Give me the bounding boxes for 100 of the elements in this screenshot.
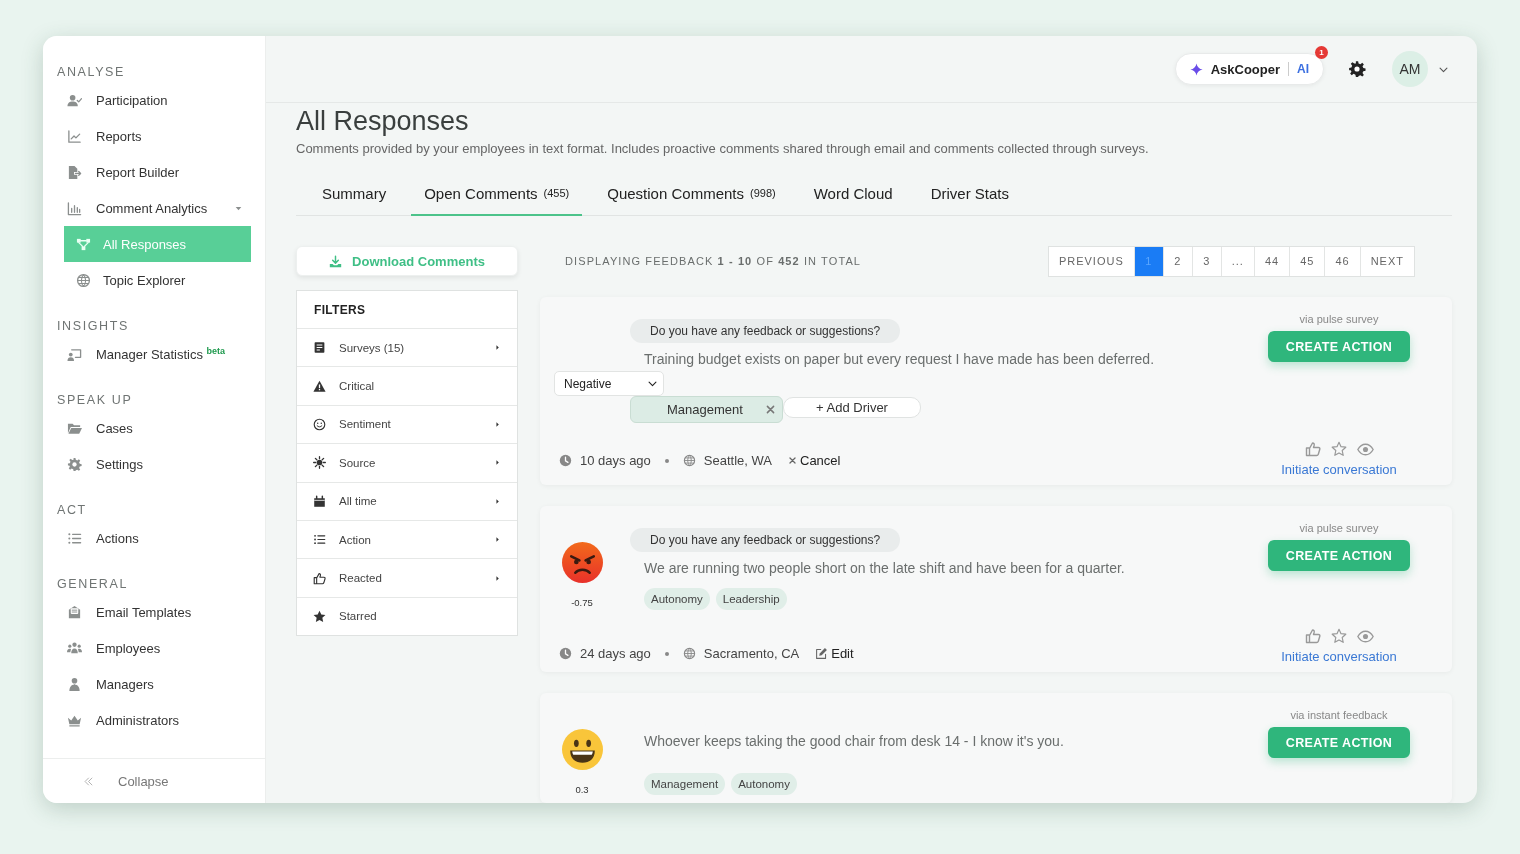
- remove-button[interactable]: [765, 404, 776, 415]
- star-icon: [313, 609, 326, 623]
- caret-right-icon: [494, 574, 501, 582]
- comment-text: Whoever keeps taking the good chair from desk 14 - I know it's you.: [643, 733, 1065, 749]
- nav-item[interactable]: Employees: [57, 630, 251, 666]
- nav-item[interactable]: Manager Statistics $^{beta}$: [57, 336, 251, 372]
- thumbs-up-icon: [1304, 628, 1321, 644]
- driver-tag: Management: [630, 396, 783, 423]
- caret-right-icon: [494, 459, 501, 467]
- caret-right-icon: [494, 420, 501, 428]
- tab[interactable]: Question Comments (998): [594, 172, 789, 216]
- page-description: Comments provided by your employees in text format. Includes proactive comments shared through email and comments collected through surveys.: [296, 141, 1150, 156]
- caret-right-icon: [494, 536, 501, 544]
- warning-icon: [313, 379, 326, 393]
- sitemap-icon: [76, 236, 91, 252]
- driver-tag: Autonomy: [731, 773, 797, 795]
- comment-text: We are running two people short on the late shift and have been for a quarter.: [643, 560, 1126, 576]
- star-button[interactable]: [1330, 628, 1347, 645]
- section-title: ANALYSE: [57, 64, 126, 80]
- star-icon: [1330, 628, 1347, 644]
- filter-item[interactable]: Critical: [297, 366, 517, 405]
- star-icon: [1330, 441, 1347, 457]
- nav-item[interactable]: Report Builder: [57, 154, 251, 190]
- form-icon: [313, 341, 326, 355]
- filter-item[interactable]: Reacted: [297, 558, 517, 597]
- clock-icon: [559, 454, 572, 467]
- settings-button[interactable]: [1348, 60, 1366, 78]
- driver-tag: Management: [644, 773, 726, 795]
- view-button[interactable]: [1356, 628, 1374, 645]
- section-title: ACT: [57, 502, 88, 518]
- chevrons-left-icon: [83, 775, 94, 787]
- bar-chart-icon: [67, 200, 82, 216]
- user-check-icon: [67, 92, 82, 108]
- caret-right-icon: [494, 344, 501, 352]
- eye-icon: [1356, 628, 1374, 645]
- tab[interactable]: Driver Stats: [917, 172, 1022, 216]
- person-icon: [67, 676, 82, 692]
- nav-item[interactable]: Settings: [57, 446, 251, 482]
- user-avatar[interactable]: AM: [1392, 51, 1428, 87]
- nav-item[interactable]: Cases: [57, 410, 251, 446]
- close-icon: [765, 404, 776, 415]
- add-driver-button[interactable]: + Add Driver: [783, 397, 921, 418]
- filter-item[interactable]: All time: [297, 481, 517, 520]
- collapse-button[interactable]: Collapse: [43, 758, 265, 803]
- section-title: SPEAK UP: [57, 392, 134, 408]
- section-title: GENERAL: [57, 576, 129, 592]
- settings-icon: [67, 456, 82, 472]
- filter-item[interactable]: Source: [297, 443, 517, 482]
- sparkle-icon: [1189, 62, 1203, 76]
- question-chip: Do you have any feedback or suggestions?: [630, 528, 901, 552]
- like-button[interactable]: [1304, 628, 1321, 645]
- comment-location: Sacramento, CA: [703, 646, 800, 661]
- like-button[interactable]: [1304, 441, 1321, 458]
- line-chart-icon: [67, 128, 82, 144]
- comment-source: via instant feedback: [1290, 709, 1388, 721]
- filter-item[interactable]: Action: [297, 519, 517, 559]
- globe-icon: [682, 647, 696, 660]
- question-chip: Do you have any feedback or suggestions?: [630, 319, 901, 343]
- star-button[interactable]: [1330, 441, 1347, 458]
- nav-item[interactable]: Participation: [57, 82, 251, 118]
- initiate-conversation-link[interactable]: Initiate conversation: [1281, 462, 1397, 477]
- feedback-count: DISPLAYING FEEDBACK 1 - 10 OF 452 IN TOTAL: [565, 255, 862, 267]
- sentiment-select[interactable]: Negative: [554, 371, 664, 396]
- comment-time: 24 days ago: [580, 646, 651, 661]
- edit-button[interactable]: Edit: [815, 646, 854, 661]
- people-icon: [67, 640, 82, 656]
- filter-item[interactable]: Starred: [297, 596, 517, 636]
- comment-location: Seattle, WA: [703, 453, 772, 468]
- filter-item[interactable]: Sentiment: [297, 404, 517, 444]
- comment-source: via pulse survey: [1299, 522, 1379, 534]
- thumbs-up-icon: [1304, 441, 1321, 457]
- globe-icon: [76, 272, 91, 288]
- filter-item[interactable]: Surveys (15): [297, 328, 517, 367]
- close-icon: [788, 456, 797, 465]
- nav-item[interactable]: Email Templates: [57, 594, 251, 630]
- nav-item[interactable]: Actions: [57, 520, 251, 556]
- tab[interactable]: Summary: [296, 172, 400, 216]
- initiate-conversation-link[interactable]: Initiate conversation: [1281, 649, 1397, 664]
- globe-icon: [682, 454, 696, 467]
- tab[interactable]: Open Comments (455): [411, 172, 583, 216]
- nav-item[interactable]: Managers: [57, 666, 251, 702]
- driver-tag: Autonomy: [644, 588, 710, 610]
- nav-item[interactable]: Reports: [57, 118, 251, 154]
- list-icon: [67, 530, 82, 546]
- view-button[interactable]: [1356, 441, 1374, 458]
- nav-item[interactable]: Comment Analytics: [57, 190, 251, 226]
- nav-item[interactable]: Administrators: [57, 702, 251, 738]
- envelope-icon: [67, 604, 82, 620]
- notification-badge: 1: [1315, 46, 1328, 59]
- sentiment-score: 0.3: [575, 784, 589, 795]
- list-icon: [313, 533, 326, 547]
- thumbs-up-icon: [313, 571, 326, 585]
- nav-item[interactable]: Topic Explorer: [64, 262, 251, 298]
- section-title: INSIGHTS: [57, 318, 130, 334]
- eye-icon: [1356, 441, 1374, 458]
- driver-tag: Leadership: [715, 588, 787, 610]
- cancel-button[interactable]: Cancel: [788, 453, 841, 468]
- settings-icon: [1348, 60, 1366, 78]
- edit-icon: [815, 647, 829, 660]
- tab[interactable]: Word Cloud: [800, 172, 906, 216]
